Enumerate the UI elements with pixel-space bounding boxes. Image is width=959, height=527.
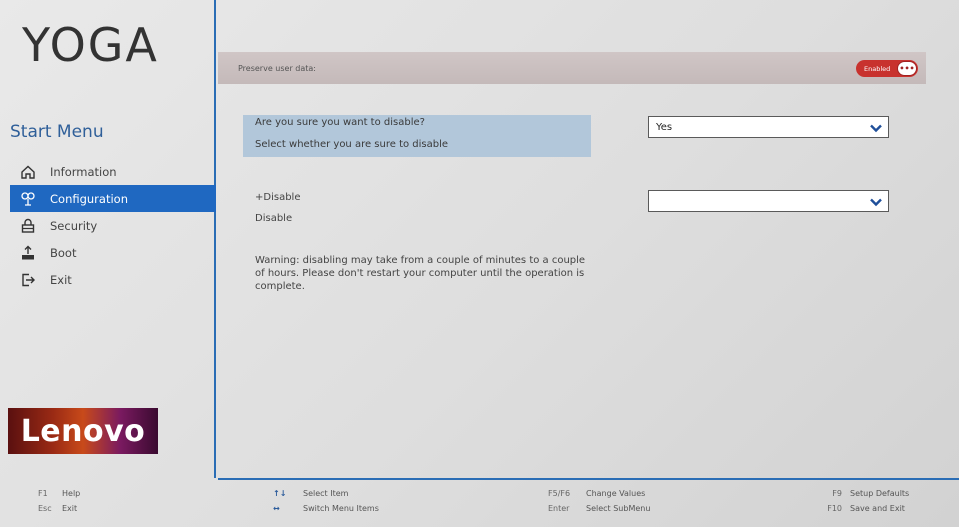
enter-key: Enter: [548, 504, 570, 513]
footer-col-4: F9 Setup Defaults F10 Save and Exit: [818, 486, 909, 516]
menu-item-security[interactable]: Security: [10, 212, 216, 239]
configuration-icon: [20, 191, 36, 207]
esc-key: Esc: [38, 504, 52, 513]
footer-col-1: F1 Help Esc Exit: [38, 486, 80, 516]
yoga-logo: YOGA: [22, 18, 159, 72]
esc-label: Exit: [62, 504, 78, 513]
menu-item-label: Information: [50, 164, 117, 179]
menu-item-label: Boot: [50, 245, 77, 260]
menu-item-label: Configuration: [50, 191, 128, 206]
menu-item-exit[interactable]: Exit: [10, 266, 216, 293]
f9-label: Setup Defaults: [850, 489, 910, 498]
chevron-down-icon: [870, 124, 882, 133]
preserve-user-data-row: Preserve user data: Enabled •••: [218, 52, 926, 84]
menu-item-information[interactable]: Information: [10, 158, 216, 185]
left-right-arrows-icon: ↔: [273, 504, 280, 513]
lenovo-logo: Lenovo: [8, 408, 158, 454]
disable-item-sublabel: Disable: [255, 213, 293, 224]
f1-key: F1: [38, 489, 48, 498]
select-value: Yes: [656, 121, 673, 133]
f9-key: F9: [832, 489, 842, 498]
exit-icon: [20, 272, 36, 288]
toggle-label: Enabled: [864, 64, 891, 73]
f5f6-key: F5/F6: [548, 489, 571, 498]
leftright-label: Switch Menu Items: [303, 504, 379, 513]
disable-select[interactable]: [648, 190, 889, 212]
footer-col-3: F5/F6 Change Values Enter Select SubMenu: [548, 486, 650, 516]
f1-label: Help: [62, 489, 81, 498]
confirm-disable-question: Are you sure you want to disable?: [255, 117, 425, 128]
chevron-down-icon: [870, 198, 882, 207]
disable-item-label: +Disable: [255, 192, 301, 203]
f10-label: Save and Exit: [850, 504, 905, 513]
menu-list: Information Configuration Security Boot …: [10, 158, 216, 293]
sidebar: YOGA Start Menu Information Configuratio…: [0, 0, 216, 478]
toggle-knob: •••: [897, 61, 917, 76]
lock-icon: [20, 218, 36, 234]
home-icon: [20, 164, 36, 180]
warning-text: Warning: disabling may take from a coupl…: [255, 255, 586, 292]
preserve-user-data-toggle[interactable]: Enabled •••: [856, 60, 918, 77]
menu-item-configuration[interactable]: Configuration: [10, 185, 216, 212]
footer-col-2: ↑↓ Select Item ↔ Switch Menu Items: [273, 486, 379, 516]
confirm-disable-select[interactable]: Yes: [648, 116, 889, 138]
menu-item-label: Exit: [50, 272, 72, 287]
start-menu-title: Start Menu: [10, 122, 104, 142]
menu-item-boot[interactable]: Boot: [10, 239, 216, 266]
footer-divider: [218, 478, 959, 480]
f5f6-label: Change Values: [586, 489, 646, 498]
confirm-disable-help: Select whether you are sure to disable: [255, 139, 449, 150]
enter-label: Select SubMenu: [586, 504, 651, 513]
updown-label: Select Item: [303, 489, 349, 498]
up-down-arrows-icon: ↑↓: [273, 489, 287, 498]
f10-key: F10: [827, 504, 842, 513]
preserve-user-data-label: Preserve user data:: [238, 63, 317, 73]
menu-item-label: Security: [50, 218, 98, 233]
boot-icon: [20, 245, 36, 261]
